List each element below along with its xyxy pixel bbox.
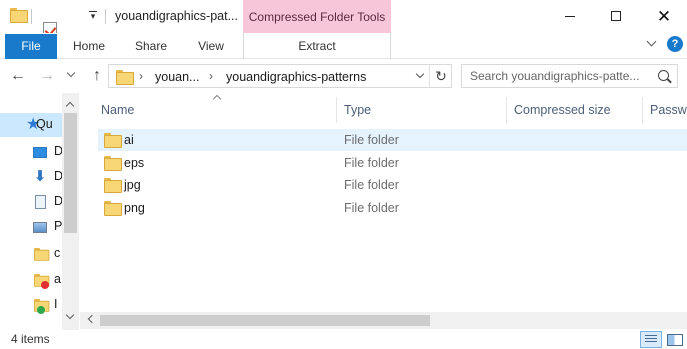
folder-icon: [116, 70, 134, 85]
table-row[interactable]: eps File folder: [98, 152, 687, 174]
help-icon[interactable]: ?: [667, 36, 683, 52]
folder-icon: [34, 248, 50, 261]
nav-item-folder[interactable]: c: [0, 242, 62, 266]
refresh-icon: ↻: [435, 68, 447, 84]
nav-item-documents[interactable]: D: [0, 190, 63, 214]
column-header-password[interactable]: Passwo: [650, 97, 687, 123]
expand-ribbon-chevron-icon[interactable]: [645, 37, 659, 51]
nav-item-downloads[interactable]: ⬇ D: [0, 165, 63, 189]
close-icon: ✕: [656, 7, 672, 26]
nav-item-label: I: [54, 297, 58, 311]
sync-ok-badge-icon: [37, 306, 45, 314]
download-icon: ⬇: [33, 168, 47, 185]
nav-item-folder[interactable]: a: [0, 268, 62, 292]
file-type: File folder: [344, 178, 399, 192]
navigation-pane: ★ Qu D ⬇ D D P c a I: [0, 93, 80, 330]
document-icon: [35, 195, 46, 209]
toolbar-divider: [105, 9, 106, 24]
folder-icon: [104, 201, 122, 216]
maximize-icon: [611, 11, 621, 21]
table-row[interactable]: ai File folder: [98, 129, 687, 151]
breadcrumb-current[interactable]: youandigraphics-patterns: [226, 70, 366, 84]
recent-locations-chevron-icon[interactable]: [66, 70, 78, 82]
column-divider[interactable]: [642, 97, 643, 123]
close-button[interactable]: ✕: [641, 0, 687, 33]
breadcrumb-separator[interactable]: ›: [209, 69, 213, 83]
pictures-icon: [33, 222, 47, 233]
folder-icon: [10, 8, 28, 23]
desktop-icon: [33, 147, 47, 158]
toolbar-divider: [31, 9, 32, 24]
file-name: ai: [124, 133, 134, 147]
large-icons-view-icon[interactable]: [665, 332, 683, 347]
folder-icon: [104, 156, 122, 171]
file-name: eps: [124, 156, 145, 170]
window-title: youandigraphics-pat...: [115, 9, 238, 23]
nav-item-desktop[interactable]: D: [0, 140, 63, 164]
search-box[interactable]: [461, 64, 678, 88]
nav-item-pictures[interactable]: P: [0, 215, 62, 239]
folder-icon: [104, 178, 122, 193]
breadcrumb-separator[interactable]: ›: [139, 69, 143, 83]
file-type: File folder: [344, 201, 399, 215]
navigation-bar: ← → ↑ › youan... › youandigraphics-patte…: [0, 59, 687, 93]
status-bar: 4 items: [0, 330, 687, 349]
details-view-icon[interactable]: [640, 331, 662, 348]
column-divider[interactable]: [506, 97, 507, 123]
back-arrow-icon[interactable]: ←: [9, 67, 27, 85]
address-dropdown-chevron-icon[interactable]: [415, 71, 427, 83]
tab-home[interactable]: Home: [66, 34, 112, 59]
address-bar[interactable]: › youan... › youandigraphics-patterns ↻: [108, 64, 452, 88]
tab-share[interactable]: Share: [128, 34, 174, 59]
minimize-icon: [565, 16, 575, 17]
file-type: File folder: [344, 133, 399, 147]
refresh-button[interactable]: ↻: [429, 65, 452, 87]
tab-extract[interactable]: Extract: [244, 34, 390, 59]
scroll-left-arrow-icon[interactable]: [86, 316, 94, 324]
tab-view[interactable]: View: [188, 34, 234, 59]
file-type: File folder: [344, 156, 399, 170]
scrollbar-thumb[interactable]: [100, 315, 430, 326]
nav-pane-scrollbar[interactable]: [62, 93, 79, 330]
search-input[interactable]: [470, 68, 655, 84]
search-icon[interactable]: [658, 70, 669, 81]
table-row[interactable]: jpg File folder: [98, 174, 687, 196]
column-header-compressed-size[interactable]: Compressed size: [514, 97, 640, 123]
customize-quick-access-dropdown[interactable]: ▾: [88, 10, 98, 22]
forward-arrow-icon[interactable]: →: [38, 67, 56, 85]
column-header-name[interactable]: Name: [101, 97, 341, 123]
maximize-button[interactable]: [593, 0, 639, 33]
column-divider[interactable]: [336, 97, 337, 123]
scroll-up-arrow-icon[interactable]: [66, 100, 75, 109]
file-list: Name Type Compressed size Passwo ai File…: [80, 93, 687, 330]
folder-icon: [104, 133, 122, 148]
tab-file[interactable]: File: [5, 34, 57, 59]
ribbon-tabs: File Home Share View Extract ?: [0, 33, 687, 59]
scroll-down-arrow-icon[interactable]: [66, 313, 75, 322]
column-header-type[interactable]: Type: [344, 97, 504, 123]
table-row[interactable]: png File folder: [98, 197, 687, 219]
nav-item-label: Qu: [36, 117, 53, 131]
title-bar: ▾ youandigraphics-pat... Compressed Fold…: [0, 0, 687, 52]
nav-item-label: a: [54, 272, 61, 286]
compressed-folder-tools-header: Compressed Folder Tools: [243, 0, 391, 33]
nav-item-folder[interactable]: I: [0, 293, 62, 317]
file-name: jpg: [124, 178, 141, 192]
nav-item-label: c: [54, 246, 61, 260]
horizontal-scrollbar[interactable]: [80, 312, 687, 329]
breadcrumb-parent[interactable]: youan...: [155, 70, 199, 84]
context-tab-group: Extract: [243, 33, 391, 59]
file-name: png: [124, 201, 145, 215]
minimize-button[interactable]: [547, 0, 593, 33]
up-arrow-icon[interactable]: ↑: [88, 67, 106, 85]
nav-item-quick-access[interactable]: ★ Qu: [0, 113, 62, 137]
scrollbar-thumb[interactable]: [64, 113, 77, 233]
item-count: 4 items: [11, 332, 50, 346]
error-badge-icon: [41, 281, 49, 289]
